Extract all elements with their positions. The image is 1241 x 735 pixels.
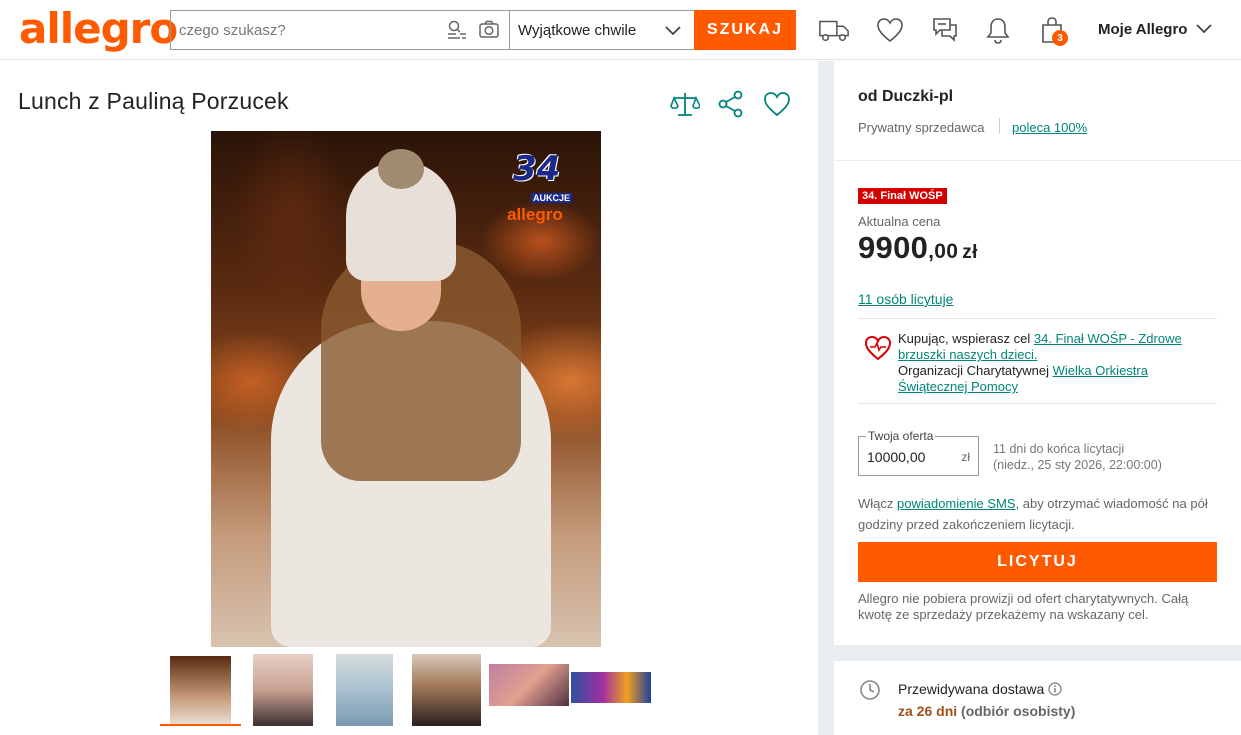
auction-end-info: 11 dni do końca licytacji (niedz., 25 st…: [993, 441, 1162, 473]
commission-note: Allegro nie pobiera prowizji od ofert ch…: [858, 591, 1189, 622]
seller-name[interactable]: od Duczki-pl: [858, 88, 953, 106]
product-gallery-section: Lunch z Pauliną Porzucek 34 AUKCJE alleg…: [0, 61, 818, 735]
badge-sub: AUKCJE: [531, 193, 573, 203]
bid-button[interactable]: LICYTUJ: [858, 542, 1217, 582]
category-label: Wyjątkowe chwile: [518, 21, 637, 39]
your-offer-value[interactable]: 10000,00: [867, 449, 925, 465]
category-select[interactable]: Wyjątkowe chwile: [509, 10, 695, 50]
search-history-icon[interactable]: [446, 19, 468, 46]
separator: [999, 118, 1000, 134]
current-price: 9900,00 zł: [858, 230, 978, 266]
wosp-badge: 34. Finał WOŚP: [858, 188, 947, 204]
heart-icon[interactable]: [874, 14, 906, 46]
badge-number: 34: [513, 149, 561, 189]
account-label: Moje Allegro: [1098, 21, 1188, 38]
sms-notice: Włącz powiadomienie SMS, aby otrzymać wi…: [858, 493, 1218, 535]
compare-scale-icon[interactable]: [670, 89, 701, 119]
charity-prefix: Kupując, wspierasz cel: [898, 331, 1034, 346]
messages-icon[interactable]: [929, 14, 961, 46]
search-bar: [170, 10, 510, 50]
shipping-time-highlight: za 26 dni: [898, 703, 958, 719]
thumbnail-item[interactable]: [571, 672, 651, 703]
thumbnail-item[interactable]: [253, 654, 313, 726]
price-label: Aktualna cena: [858, 214, 941, 229]
end-date: (niedz., 25 sty 2026, 22:00:00): [993, 458, 1162, 472]
your-offer-field[interactable]: Twoja oferta 10000,00 zł: [858, 429, 979, 476]
divider: [858, 318, 1217, 319]
seller-type: Prywatny sprzedawca: [858, 120, 985, 135]
favorite-heart-icon[interactable]: [762, 89, 792, 119]
thumbnail-item[interactable]: [336, 654, 393, 726]
shipping-label-text: Przewidywana dostawa: [898, 681, 1045, 697]
shipping-label: Przewidywana dostawa: [898, 681, 1062, 697]
chevron-down-icon: [1195, 21, 1213, 38]
your-offer-label: Twoja oferta: [866, 429, 936, 443]
allegro-logo[interactable]: allegro: [19, 6, 178, 52]
badge-brand: allegro: [507, 205, 563, 224]
sms-notification-link[interactable]: powiadomienie SMS: [897, 496, 1016, 511]
charity-org-prefix: Organizacji Charytatywnej: [898, 363, 1053, 378]
bidders-link[interactable]: 11 osób licytuje: [858, 291, 953, 307]
product-main-image[interactable]: 34 AUKCJE allegro: [211, 131, 601, 647]
thumbnail-item[interactable]: [489, 664, 569, 706]
chevron-down-icon: [664, 21, 682, 43]
price-currency: zł: [962, 242, 978, 263]
divider: [858, 403, 1217, 404]
camera-icon[interactable]: [478, 19, 500, 46]
info-icon[interactable]: [1048, 681, 1062, 697]
shipping-time-suffix: (odbiór osobisty): [957, 703, 1076, 719]
price-dec: ,00: [928, 240, 959, 263]
purchase-card: 34. Finał WOŚP Aktualna cena 9900,00 zł 1…: [834, 161, 1241, 645]
price-int: 9900: [858, 230, 929, 265]
charity-text: Kupując, wspierasz cel 34. Finał WOŚP - …: [898, 331, 1218, 395]
clock-icon: [859, 679, 881, 706]
top-header: allegro Wyjątkowe chwile SZUKAJ 3: [0, 0, 1241, 60]
sms-prefix: Włącz: [858, 496, 897, 511]
wosp-auction-badge: 34 AUKCJE allegro: [501, 143, 581, 225]
search-icons: [446, 19, 500, 46]
search-button[interactable]: SZUKAJ: [694, 10, 796, 50]
shipping-card: Przewidywana dostawa za 26 dni (odbiór o…: [834, 661, 1241, 735]
thumbnail-item[interactable]: [160, 654, 241, 726]
delivery-truck-icon[interactable]: [818, 14, 850, 46]
seller-card: od Duczki-pl Prywatny sprzedawca poleca …: [834, 61, 1241, 160]
bell-icon[interactable]: [982, 14, 1014, 46]
product-actions: [670, 89, 792, 119]
your-offer-unit: zł: [961, 450, 970, 464]
account-menu[interactable]: Moje Allegro: [1098, 21, 1213, 38]
cart-icon[interactable]: 3: [1036, 14, 1068, 46]
cart-count-badge: 3: [1052, 30, 1068, 46]
search-input[interactable]: [171, 12, 431, 48]
charity-heart-icon: [864, 335, 892, 366]
photo-subject-pompom: [378, 149, 424, 189]
product-title: Lunch z Pauliną Porzucek: [18, 88, 289, 114]
shipping-time: za 26 dni (odbiór osobisty): [898, 703, 1075, 719]
share-icon[interactable]: [716, 89, 746, 119]
time-left: 11 dni do końca licytacji: [993, 442, 1125, 456]
seller-recommend-link[interactable]: poleca 100%: [1012, 120, 1087, 135]
thumbnail-item[interactable]: [412, 654, 481, 726]
